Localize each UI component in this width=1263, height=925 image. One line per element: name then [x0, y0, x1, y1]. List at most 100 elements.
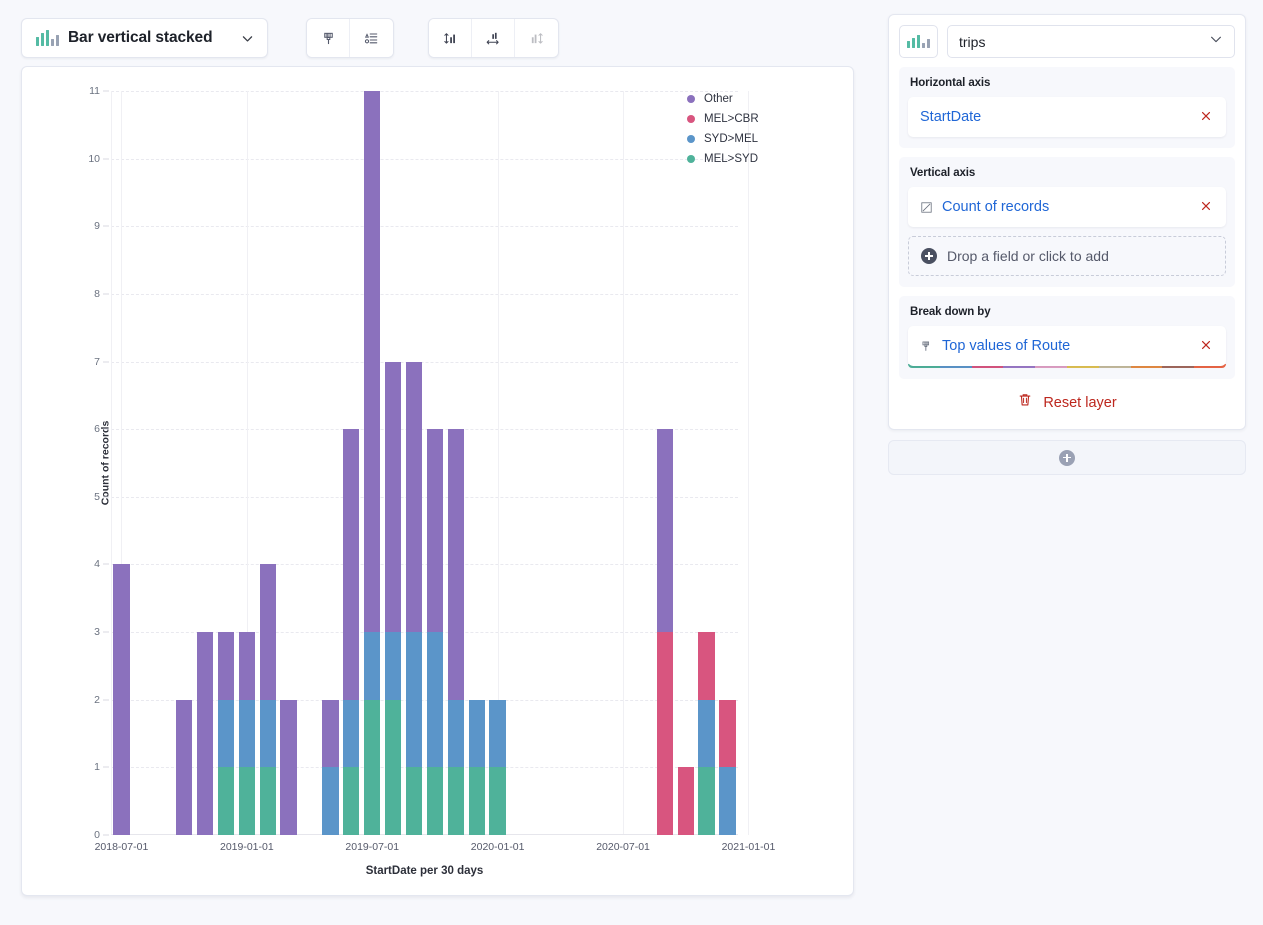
close-icon[interactable] [1197, 108, 1215, 127]
bar-segment[interactable] [322, 767, 339, 835]
bar-segment[interactable] [426, 632, 444, 768]
close-icon[interactable] [1197, 198, 1215, 217]
bar[interactable] [405, 361, 423, 835]
bar-segment[interactable] [426, 429, 444, 633]
plot-area[interactable]: 0 1 2 3 4 5 6 7 8 9 10 11 2018-07-01 2019-01-01 2019-0… [88, 85, 775, 853]
legend-item[interactable]: Other [687, 89, 807, 109]
bar-segment[interactable] [719, 699, 736, 768]
close-icon[interactable] [1197, 337, 1215, 356]
bar-segment[interactable] [468, 699, 485, 768]
bar-segment[interactable] [196, 632, 214, 835]
bar-segment[interactable] [405, 632, 423, 768]
bar[interactable] [426, 429, 444, 835]
horizontal-axis-field[interactable]: StartDate [908, 97, 1226, 137]
legend-item-label: MEL>SYD [704, 153, 759, 165]
bar-segment[interactable] [384, 632, 402, 700]
bar[interactable] [656, 429, 673, 835]
bar[interactable] [196, 632, 214, 835]
bar-segment[interactable] [384, 361, 402, 633]
legend-item-label: SYD>MEL [704, 133, 759, 145]
bar-segment[interactable] [468, 767, 485, 835]
bar-segment[interactable] [259, 767, 276, 835]
bar-segment[interactable] [677, 767, 694, 835]
legend-settings-icon[interactable] [350, 19, 393, 57]
bar[interactable] [364, 91, 381, 835]
bar[interactable] [343, 429, 360, 835]
y-gridline [111, 293, 738, 295]
bar-segment[interactable] [656, 632, 673, 835]
bar-segment[interactable] [343, 767, 360, 835]
bar-segment[interactable] [343, 699, 360, 768]
bar[interactable] [489, 699, 506, 835]
bar-segment[interactable] [489, 699, 506, 768]
bar-segment[interactable] [698, 767, 715, 835]
y-axis-tick-mark [103, 834, 109, 836]
x-axis-tick-label: 2019-01-01 [219, 841, 274, 853]
horizontal-axis-settings-icon[interactable] [472, 19, 515, 57]
plus-circle-icon [1059, 449, 1075, 466]
bar-segment[interactable] [322, 699, 339, 768]
bar-segment[interactable] [447, 429, 464, 700]
bar[interactable] [698, 632, 715, 835]
bar[interactable] [719, 699, 736, 835]
data-source-select[interactable]: trips [947, 25, 1235, 58]
bar-segment[interactable] [698, 632, 715, 700]
legend-item-label: Other [704, 93, 733, 105]
vertical-axis-field[interactable]: Count of records [908, 187, 1226, 227]
bar[interactable] [217, 632, 235, 835]
bar-segment[interactable] [217, 632, 235, 700]
chart-type-button[interactable]: Bar vertical stacked [21, 18, 268, 58]
legend-item[interactable]: SYD>MEL [687, 129, 807, 149]
bar-segment[interactable] [238, 767, 255, 835]
bar[interactable] [280, 699, 297, 835]
bar-segment[interactable] [113, 564, 130, 835]
bar-segment[interactable] [698, 699, 715, 768]
bar-segment[interactable] [426, 767, 444, 835]
y-axis-tick-mark [103, 563, 109, 565]
legend-item[interactable]: MEL>CBR [687, 109, 807, 129]
y-axis-tick-label: 2 [94, 693, 100, 706]
bar-segment[interactable] [364, 699, 381, 835]
bar-segment[interactable] [405, 361, 423, 633]
bar-segment[interactable] [238, 632, 255, 700]
brush-icon[interactable] [307, 19, 350, 57]
data-source-value: trips [959, 33, 986, 50]
bar[interactable] [468, 699, 485, 835]
bar-segment[interactable] [217, 767, 235, 835]
bar-segment[interactable] [489, 767, 506, 835]
bar-segment[interactable] [238, 699, 255, 768]
vertical-axis-settings-icon[interactable] [429, 19, 472, 57]
reset-layer-button[interactable]: Reset layer [899, 379, 1235, 419]
bar-segment[interactable] [384, 699, 402, 835]
bar-segment[interactable] [364, 632, 381, 700]
bar[interactable] [384, 361, 402, 835]
bar-segment[interactable] [259, 699, 276, 768]
bar[interactable] [447, 362, 464, 835]
break-down-by-field[interactable]: Top values of Route [908, 326, 1226, 366]
bar[interactable] [259, 564, 276, 835]
bar-segment[interactable] [217, 699, 235, 768]
data-source-icon[interactable] [899, 25, 938, 58]
bar-segment[interactable] [719, 767, 736, 835]
chevron-down-icon [1209, 32, 1223, 51]
y-axis-tick-label: 5 [94, 490, 100, 503]
vertical-axis-drop-zone[interactable]: Drop a field or click to add [908, 236, 1226, 276]
bar[interactable] [113, 564, 130, 835]
bar-segment[interactable] [656, 429, 673, 633]
bar[interactable] [238, 632, 255, 835]
bar-segment[interactable] [447, 699, 464, 768]
bar[interactable] [322, 699, 339, 835]
bar-segment[interactable] [280, 699, 297, 835]
bar-segment[interactable] [175, 699, 193, 835]
y-axis-tick-label: 10 [88, 152, 100, 165]
bar[interactable] [175, 699, 193, 835]
bar-segment[interactable] [343, 429, 360, 700]
bar-segment[interactable] [405, 767, 423, 835]
y-axis-tick-mark [103, 158, 109, 160]
bar-segment[interactable] [259, 564, 276, 700]
add-layer-button[interactable] [888, 440, 1246, 475]
bar[interactable] [677, 767, 694, 835]
bar-segment[interactable] [364, 91, 381, 633]
bar-segment[interactable] [447, 767, 464, 835]
legend-item[interactable]: MEL>SYD [687, 149, 807, 169]
